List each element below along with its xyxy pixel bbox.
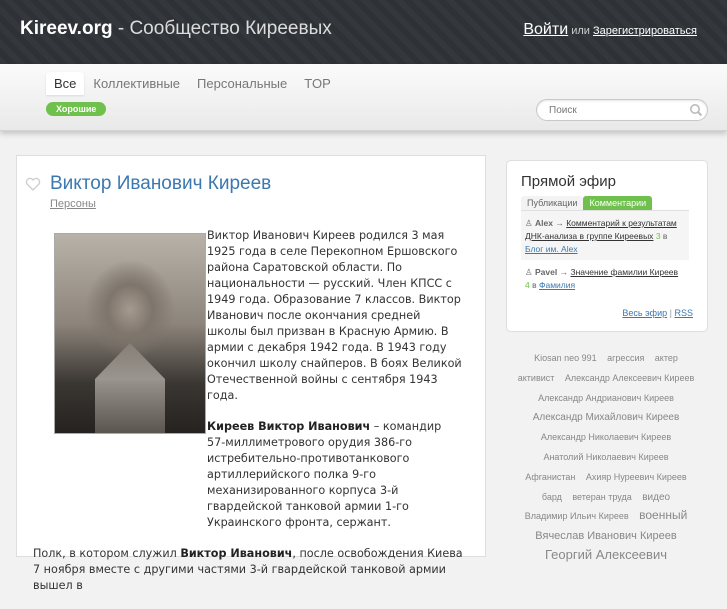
filter-good-badge[interactable]: Хорошие <box>46 102 107 116</box>
user-icon: ♙ <box>525 267 533 277</box>
article-title[interactable]: Виктор Иванович Киреев <box>50 173 271 195</box>
search-box <box>536 99 708 121</box>
login-link[interactable]: Войти <box>523 21 568 38</box>
paragraph-text: Полк, в котором служил <box>33 547 181 560</box>
nav-bar: Все Коллективные Персональные TOP Хороши… <box>0 64 727 131</box>
live-feed-footer: Весь эфир | RSS <box>622 308 693 318</box>
paragraph-text: – командир 57-миллиметрового орудия 386-… <box>207 420 442 529</box>
article-panel: Виктор Иванович Киреев Персоны Виктор Ив… <box>16 155 486 592</box>
tag-link[interactable]: бард <box>542 489 562 507</box>
article-paragraph: Виктор Иванович Киреев родился 3 мая 192… <box>207 229 462 402</box>
in-label: в <box>532 280 537 290</box>
tab-comments[interactable]: Комментарии <box>583 196 653 210</box>
tag-link[interactable]: Афганистан <box>525 469 575 487</box>
comment-count: 4 <box>525 280 530 290</box>
tag-link[interactable]: Kiosan neo 991 <box>534 350 597 368</box>
heart-icon[interactable] <box>25 176 41 195</box>
tag-link[interactable]: Ахияр Нуреевич Киреев <box>586 469 687 487</box>
live-feed-title: Прямой эфир <box>521 173 616 190</box>
site-logo[interactable]: Kireev.org - Сообщество Киреевых <box>20 18 332 40</box>
live-feed-panel: Прямой эфир Публикации Комментарии ♙ Ale… <box>506 160 708 332</box>
article-body: Виктор Иванович Киреев родился 3 мая 192… <box>33 228 463 609</box>
blog-link[interactable]: Блог им. Alex <box>525 244 578 254</box>
tag-link[interactable]: Владимир Ильич Киреев <box>525 508 629 526</box>
top-header: Kireev.org - Сообщество Киреевых Войти и… <box>0 0 727 64</box>
tab-collective[interactable]: Коллективные <box>85 72 188 95</box>
in-label: в <box>662 231 668 241</box>
blog-tabs: Все Коллективные Персональные TOP <box>46 72 340 95</box>
search-icon[interactable] <box>689 102 703 121</box>
user-icon: ♙ <box>525 218 533 228</box>
footer-separator: | <box>669 308 672 318</box>
arrow-icon: → <box>559 267 569 277</box>
auth-or-text: или <box>571 25 590 37</box>
list-item: ♙ Alex → Комментарий к результатам ДНК-а… <box>521 211 689 260</box>
tag-link[interactable]: актер <box>655 350 678 368</box>
tag-link[interactable]: Анатолий Николаевич Киреев <box>543 449 668 467</box>
bold-name: Киреев Виктор Иванович <box>207 420 371 433</box>
tab-personal[interactable]: Персональные <box>189 72 295 95</box>
bold-name: Виктор Иванович <box>180 547 293 560</box>
tab-publications[interactable]: Публикации <box>521 196 584 210</box>
blog-link[interactable]: Фамилия <box>539 280 575 290</box>
live-feed-list: ♙ Alex → Комментарий к результатам ДНК-а… <box>521 210 689 296</box>
tag-link[interactable]: видео <box>642 489 670 507</box>
logo-bold[interactable]: Kireev.org <box>20 18 113 39</box>
tag-link[interactable]: агрессия <box>607 350 644 368</box>
tag-link[interactable]: Александр Андрианович Киреев <box>538 390 674 408</box>
comment-count: 3 <box>655 231 661 241</box>
tag-link[interactable]: Александр Алексеевич Киреев <box>565 370 694 388</box>
tag-link[interactable]: Георгий Алексеевич <box>545 546 667 564</box>
list-item: ♙ Pavel → Значение фамилии Киреев 4 в Фа… <box>521 260 689 296</box>
all-feed-link[interactable]: Весь эфир <box>622 308 667 318</box>
rss-link[interactable]: RSS <box>674 308 693 318</box>
tag-link[interactable]: Вячеслав Иванович Киреев <box>535 528 676 546</box>
auth-links: Войти или Зарегистрироваться <box>523 21 697 39</box>
search-input[interactable] <box>549 102 679 118</box>
arrow-icon: → <box>555 218 564 228</box>
tag-link[interactable]: военный <box>639 507 687 525</box>
article-paragraph: Полк, в котором служил Виктор Иванович, … <box>33 546 463 594</box>
logo-tagline: - Сообщество Киреевых <box>112 18 332 39</box>
tag-link[interactable]: активист <box>518 370 555 388</box>
tab-all[interactable]: Все <box>46 72 85 95</box>
comment-user[interactable]: Pavel <box>535 267 557 277</box>
tag-link[interactable]: ветеран труда <box>572 489 631 507</box>
register-link[interactable]: Зарегистрироваться <box>593 25 697 37</box>
tag-link[interactable]: Александр Николаевич Киреев <box>541 429 671 447</box>
live-feed-tabs: Публикации Комментарии <box>521 196 653 210</box>
tag-cloud: Kiosan neo 991 агрессия актер активист А… <box>513 348 699 564</box>
article-paragraph: Киреев Виктор Иванович – командир 57-мил… <box>33 419 463 531</box>
comment-user[interactable]: Alex <box>535 218 553 228</box>
article-category[interactable]: Персоны <box>50 198 96 210</box>
tab-top[interactable]: TOP <box>296 72 339 95</box>
tag-link[interactable]: Александр Михайлович Киреев <box>533 409 680 427</box>
comment-link[interactable]: Значение фамилии Киреев <box>570 267 678 277</box>
